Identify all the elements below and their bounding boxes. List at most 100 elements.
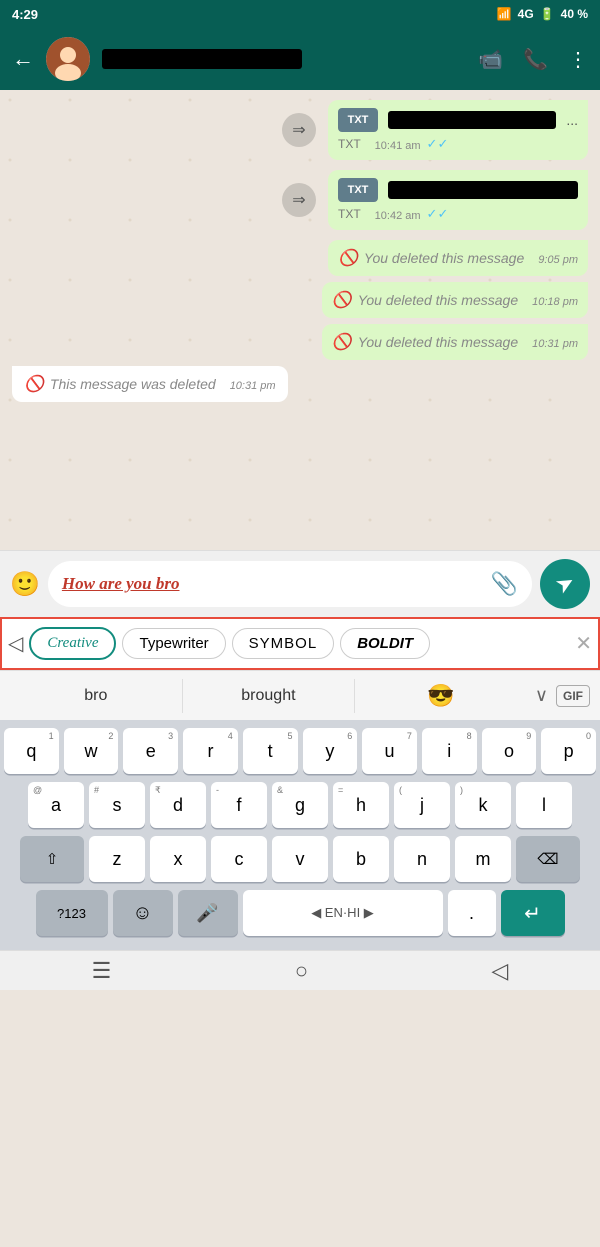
key-z[interactable]: z [89, 836, 145, 882]
message-input-container[interactable]: How are you bro 📎 [48, 561, 532, 607]
contact-name-block [102, 49, 302, 69]
message-time-2: 10:42 am [375, 210, 421, 222]
forward-icon-2: ⇒ [292, 190, 305, 210]
chat-area: ⇒ TXT ... TXT 10:41 am ✓✓ ⇒ TXT [0, 90, 600, 550]
font-style-boldit-label: BOLDIT [357, 635, 413, 652]
backspace-key[interactable]: ⌫ [516, 836, 580, 882]
font-style-close-button[interactable]: ✕ [575, 631, 592, 656]
deleted-time-1: 9:05 pm [538, 254, 578, 266]
key-h[interactable]: =h [333, 782, 389, 828]
font-style-symbol-label: SYMBOL [249, 635, 318, 652]
key-e[interactable]: 3e [123, 728, 178, 774]
video-call-icon[interactable]: 📹 [478, 47, 503, 72]
autocomplete-gif-button[interactable]: GIF [556, 685, 590, 707]
font-style-creative-label: Creative [47, 635, 98, 651]
nav-home-icon[interactable]: ○ [295, 958, 308, 984]
font-style-typewriter[interactable]: Typewriter [122, 628, 225, 659]
key-o[interactable]: 9o [482, 728, 537, 774]
key-a[interactable]: @a [28, 782, 84, 828]
key-r[interactable]: 4r [183, 728, 238, 774]
autocomplete-word-brought[interactable]: brought [183, 679, 356, 713]
key-c[interactable]: c [211, 836, 267, 882]
key-y[interactable]: 6y [303, 728, 358, 774]
ban-icon-1: 🚫 [338, 248, 358, 268]
numbers-key[interactable]: ?123 [36, 890, 108, 936]
key-t[interactable]: 5t [243, 728, 298, 774]
keyboard-row-4: ?123 ☺ 🎤 ◀ EN·HI ▶ . ↵ [4, 890, 596, 936]
deleted-content-incoming: 🚫 This message was deleted 10:31 pm [24, 374, 276, 394]
file-name-redacted-1 [388, 111, 556, 129]
key-g[interactable]: &g [272, 782, 328, 828]
autocomplete-emoji[interactable]: 😎 [355, 683, 527, 709]
deleted-text-3: You deleted this message [358, 334, 518, 350]
deleted-text-1: You deleted this message [364, 250, 524, 266]
deleted-time-3: 10:31 pm [532, 338, 578, 350]
send-icon: ➤ [551, 568, 580, 600]
font-style-creative[interactable]: Creative [29, 627, 116, 660]
send-button[interactable]: ➤ [540, 559, 590, 609]
key-s[interactable]: #s [89, 782, 145, 828]
voice-call-icon[interactable]: 📞 [523, 47, 548, 72]
file-name-redacted-2 [388, 181, 578, 199]
key-f[interactable]: -f [211, 782, 267, 828]
forward-button-1[interactable]: ⇒ [282, 113, 316, 147]
key-u[interactable]: 7u [362, 728, 417, 774]
deleted-content-2: 🚫 You deleted this message 10:18 pm [332, 290, 578, 310]
battery-icon: 🔋 [540, 7, 555, 21]
mic-key[interactable]: 🎤 [178, 890, 238, 936]
file-format-label-2: TXT [338, 207, 361, 221]
file-type-label-2: TXT [338, 178, 378, 202]
enter-key[interactable]: ↵ [501, 890, 565, 936]
key-x[interactable]: x [150, 836, 206, 882]
file-ellipsis-1: ... [566, 112, 578, 128]
forward-button-2[interactable]: ⇒ [282, 183, 316, 217]
font-style-left-arrow[interactable]: ◁ [8, 631, 23, 656]
key-l[interactable]: l [516, 782, 572, 828]
emoji-button[interactable]: 🙂 [10, 570, 40, 599]
key-b[interactable]: b [333, 836, 389, 882]
signal-icon: 📶 [497, 7, 512, 21]
shift-key[interactable]: ⇧ [20, 836, 84, 882]
key-v[interactable]: v [272, 836, 328, 882]
deleted-message-outgoing-2: 🚫 You deleted this message 10:18 pm [322, 282, 588, 318]
file-message-1: TXT ... TXT 10:41 am ✓✓ [328, 100, 588, 160]
status-time: 4:29 [12, 7, 38, 22]
nav-back-icon[interactable]: ◁ [491, 958, 508, 984]
file-format-label-1: TXT [338, 137, 361, 151]
ban-icon-3: 🚫 [332, 332, 352, 352]
message-input-text: How are you bro [62, 574, 180, 594]
font-style-typewriter-label: Typewriter [139, 635, 208, 652]
deleted-message-outgoing-3: 🚫 You deleted this message 10:31 pm [322, 324, 588, 360]
font-style-boldit[interactable]: BOLDIT [340, 628, 430, 659]
message-time-1: 10:41 am [375, 140, 421, 152]
autocomplete-more-icon[interactable]: ∨ [527, 685, 556, 706]
key-q[interactable]: 1q [4, 728, 59, 774]
key-k[interactable]: )k [455, 782, 511, 828]
key-p[interactable]: 0p [541, 728, 596, 774]
key-n[interactable]: n [394, 836, 450, 882]
nav-menu-icon[interactable]: ☰ [92, 958, 112, 984]
file-content-2: TXT [338, 178, 578, 202]
more-options-icon[interactable]: ⋮ [568, 47, 588, 72]
status-icons: 📶 4G 🔋 40 % [497, 7, 588, 21]
key-i[interactable]: 8i [422, 728, 477, 774]
dot-key[interactable]: . [448, 890, 496, 936]
font-style-symbol[interactable]: SYMBOL [232, 628, 335, 659]
bottom-navigation: ☰ ○ ◁ [0, 950, 600, 990]
back-button[interactable]: ← [12, 46, 34, 72]
key-m[interactable]: m [455, 836, 511, 882]
file-content-1: TXT ... [338, 108, 578, 132]
message-outgoing-file-2: ⇒ TXT TXT 10:42 am ✓✓ [12, 170, 588, 230]
attach-icon[interactable]: 📎 [491, 571, 518, 597]
key-d[interactable]: ₹d [150, 782, 206, 828]
autocomplete-word-bro[interactable]: bro [10, 679, 183, 713]
deleted-text-incoming: This message was deleted [50, 376, 216, 392]
input-bar: 🙂 How are you bro 📎 ➤ [0, 550, 600, 617]
contact-avatar[interactable] [46, 37, 90, 81]
message-outgoing-file-1: ⇒ TXT ... TXT 10:41 am ✓✓ [12, 100, 588, 160]
space-key[interactable]: ◀ EN·HI ▶ [243, 890, 443, 936]
key-j[interactable]: (j [394, 782, 450, 828]
keyboard: 1q 2w 3e 4r 5t 6y 7u 8i 9o 0p @a #s ₹d -… [0, 720, 600, 950]
key-w[interactable]: 2w [64, 728, 119, 774]
emoji-keyboard-key[interactable]: ☺ [113, 890, 173, 936]
